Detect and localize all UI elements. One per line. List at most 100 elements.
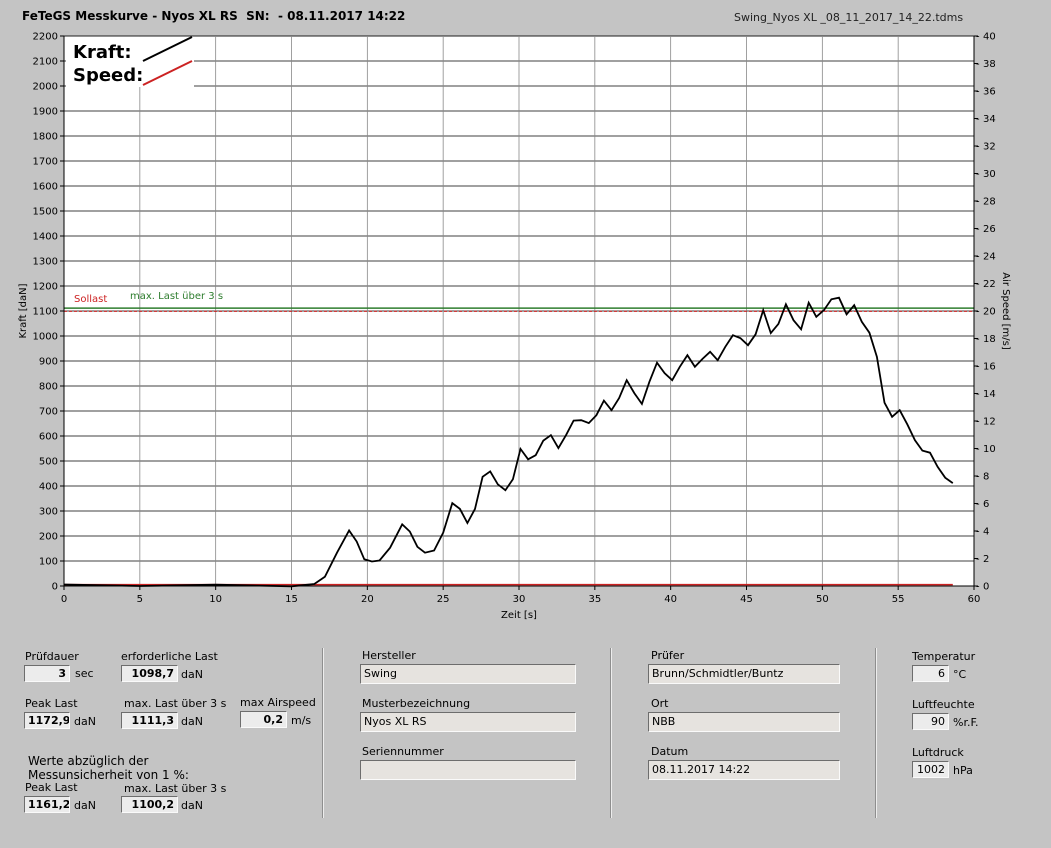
y2-tick-dash: - <box>976 362 980 373</box>
y2-tick-label: 14 <box>983 389 996 400</box>
legend-speed-label: Speed: <box>73 65 143 86</box>
seriennummer-label: Seriennummer <box>362 745 444 758</box>
y2-tick-label: 24 <box>983 252 996 263</box>
max-airspeed-label: max Airspeed <box>240 696 316 709</box>
y-tick-label: 2200 <box>33 32 58 43</box>
temperatur-field: 6 <box>912 665 949 682</box>
x-tick-label: 30 <box>513 594 526 605</box>
luftfeuchte-label: Luftfeuchte <box>912 698 975 711</box>
y2-tick-label: 38 <box>983 59 996 70</box>
hersteller-field: Swing <box>360 664 576 684</box>
x-tick-label: 45 <box>740 594 753 605</box>
y2-tick-dash: - <box>976 142 980 153</box>
y2-tick-label: 10 <box>983 444 996 455</box>
peak-last-corr-field: 1161,2 <box>24 796 70 813</box>
y2-tick-label: 28 <box>983 197 996 208</box>
peak-last-field: 1172,9 <box>24 712 70 729</box>
luftfeuchte-field: 90 <box>912 713 949 730</box>
y2-tick-dash: - <box>976 169 980 180</box>
max-last-3s-field: 1111,3 <box>121 712 178 729</box>
x-axis: 0 5 10 15 20 25 30 35 40 45 50 55 60 <box>61 585 980 605</box>
erforderliche-last-field: 1098,7 <box>121 665 178 682</box>
pruefer-label: Prüfer <box>651 649 685 662</box>
y-tick-label: 1300 <box>33 257 58 268</box>
y-tick-label: 1900 <box>33 107 58 118</box>
temperatur-unit: °C <box>953 668 967 681</box>
y-tick-label: 600 <box>39 432 58 443</box>
erforderliche-last-label: erforderliche Last <box>121 650 218 663</box>
separator <box>875 648 877 818</box>
y2-tick-label: 26 <box>983 224 996 235</box>
peak-last-corr-label: Peak Last <box>25 781 78 794</box>
y2-tick-dash: - <box>976 334 980 345</box>
y2-tick-dash: - <box>976 472 980 483</box>
y2-tick-label: 0 <box>983 582 989 593</box>
y-tick-label: 1400 <box>33 232 58 243</box>
luftdruck-unit: hPa <box>953 764 973 777</box>
x-tick-label: 15 <box>285 594 298 605</box>
pruefer-field: Brunn/Schmidtler/Buntz <box>648 664 840 684</box>
max-airspeed-unit: m/s <box>291 714 312 727</box>
y2-tick-label: 18 <box>983 334 996 345</box>
y2-tick-dash: - <box>976 197 980 208</box>
werte-note-line2: Messunsicherheit von 1 %: <box>28 768 189 782</box>
y-axis-right: -0- 2- 4- 6- 8- 10- 12- 14- 16- 18- 20- 22- 24- 26- 28… <box>973 32 996 593</box>
max-airspeed-field: 0,2 <box>240 711 287 728</box>
y-tick-label: 100 <box>39 557 58 568</box>
y-tick-label: 1000 <box>33 332 58 343</box>
y2-tick-dash: - <box>976 554 980 565</box>
y2-tick-label: 30 <box>983 169 996 180</box>
legend-kraft-label: Kraft: <box>73 42 132 63</box>
musterbezeichnung-label: Musterbezeichnung <box>362 697 471 710</box>
y2-tick-label: 12 <box>983 417 996 428</box>
y-tick-label: 0 <box>52 582 58 593</box>
y-tick-label: 1200 <box>33 282 58 293</box>
temperatur-label: Temperatur <box>912 650 976 663</box>
musterbezeichnung-field: Nyos XL RS <box>360 712 576 732</box>
datum-label: Datum <box>651 745 689 758</box>
x-tick-label: 40 <box>664 594 677 605</box>
y2-tick-dash: - <box>976 279 980 290</box>
y-tick-label: 800 <box>39 382 58 393</box>
y2-tick-label: 4 <box>983 527 989 538</box>
y2-tick-dash: - <box>976 87 980 98</box>
y-tick-label: 1500 <box>33 207 58 218</box>
y2-tick-label: 6 <box>983 499 989 510</box>
max-last-3s-unit: daN <box>181 715 203 728</box>
x-tick-label: 50 <box>816 594 829 605</box>
separator <box>322 648 324 818</box>
y2-tick-dash: - <box>976 32 980 43</box>
peak-last-corr-unit: daN <box>74 799 96 812</box>
luftdruck-label: Luftdruck <box>912 746 964 759</box>
max-last-corr-label: max. Last über 3 s <box>124 782 227 795</box>
max-last-3s-label: max. Last über 3 s <box>124 697 227 710</box>
max-last-corr-unit: daN <box>181 799 203 812</box>
y2-tick-dash: - <box>976 417 980 428</box>
ort-field: NBB <box>648 712 840 732</box>
y-tick-label: 200 <box>39 532 58 543</box>
y-tick-label: 500 <box>39 457 58 468</box>
x-tick-label: 0 <box>61 594 67 605</box>
erforderliche-last-unit: daN <box>181 668 203 681</box>
x-axis-label: Zeit [s] <box>501 610 537 621</box>
separator <box>610 648 612 818</box>
y2-tick-dash: - <box>976 499 980 510</box>
y-tick-label: 2100 <box>33 57 58 68</box>
y2-tick-label: 20 <box>983 307 996 318</box>
seriennummer-field <box>360 760 576 780</box>
sollast-label: Sollast <box>74 294 107 305</box>
y2-tick-dash: - <box>976 59 980 70</box>
y-tick-label: 1700 <box>33 157 58 168</box>
y-tick-label: 1100 <box>33 307 58 318</box>
ort-label: Ort <box>651 697 669 710</box>
luftdruck-field: 1002 <box>912 761 949 778</box>
pruefdauer-unit: sec <box>75 667 94 680</box>
werte-note-line1: Werte abzüglich der <box>28 754 149 768</box>
y2-tick-dash: - <box>976 252 980 263</box>
y2-tick-label: 40 <box>983 32 996 43</box>
peak-last-label: Peak Last <box>25 697 78 710</box>
y2-tick-label: 22 <box>983 279 996 290</box>
x-tick-label: 35 <box>588 594 601 605</box>
x-tick-label: 25 <box>437 594 450 605</box>
hersteller-label: Hersteller <box>362 649 416 662</box>
